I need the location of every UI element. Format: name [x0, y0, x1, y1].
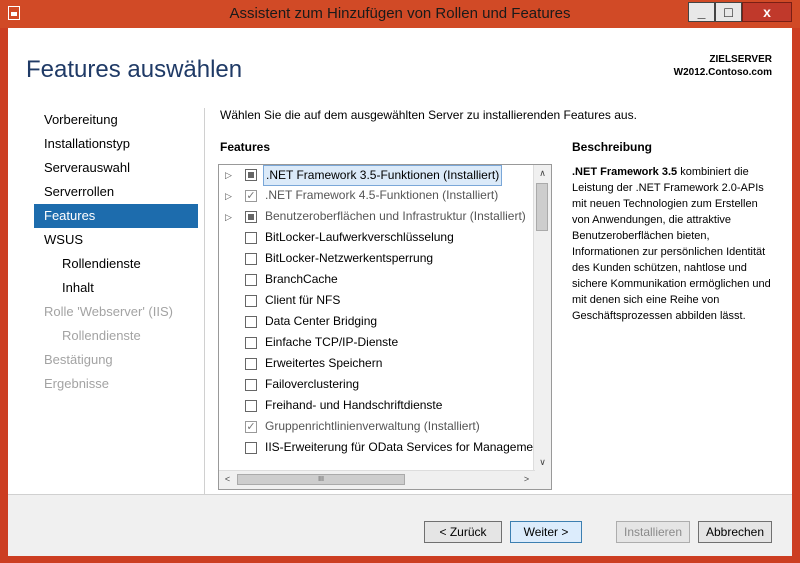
nav-item-serverrollen[interactable]: Serverrollen — [34, 180, 198, 204]
features-list-items: ▷ .NET Framework 3.5-Funktionen (Install… — [219, 165, 535, 471]
feature-row-bitlocker-netz[interactable]: BitLocker-Netzwerkentsperrung — [219, 249, 535, 270]
partial-checkbox[interactable] — [245, 169, 257, 181]
feature-label: Failoverclustering — [265, 377, 360, 391]
scroll-left-icon[interactable]: < — [219, 471, 236, 488]
feature-label: BranchCache — [265, 272, 338, 286]
wizard-nav: Vorbereitung Installationstyp Serverausw… — [34, 108, 198, 396]
minimize-button[interactable]: _ — [688, 2, 715, 22]
features-heading: Features — [220, 140, 271, 154]
feature-label: Gruppenrichtlinienverwaltung (Installier… — [265, 419, 480, 433]
checkbox[interactable] — [245, 274, 257, 286]
target-server-name: W2012.Contoso.com — [673, 67, 772, 78]
feature-label: Einfache TCP/IP-Dienste — [265, 335, 399, 349]
page-title: Features auswählen — [26, 56, 243, 83]
window-title: Assistent zum Hinzufügen von Rollen und … — [229, 5, 571, 22]
feature-row-net35[interactable]: ▷ .NET Framework 3.5-Funktionen (Install… — [219, 165, 535, 186]
feature-label: Data Center Bridging — [265, 314, 378, 328]
feature-label: Freihand- und Handschriftdienste — [265, 398, 443, 412]
feature-label: Client für NFS — [265, 293, 341, 307]
scroll-down-icon[interactable]: ∨ — [534, 454, 551, 471]
checkbox[interactable] — [245, 442, 257, 454]
checked-checkbox[interactable]: ✓ — [245, 421, 257, 433]
nav-item-bestaetigung: Bestätigung — [44, 352, 113, 367]
expand-arrow-icon[interactable]: ▷ — [225, 207, 235, 228]
description-heading: Beschreibung — [572, 140, 653, 154]
wizard-body: Features auswählen ZIELSERVER W2012.Cont… — [8, 28, 792, 556]
target-server-label: ZIELSERVER — [709, 54, 772, 65]
expand-arrow-icon[interactable]: ▷ — [225, 186, 235, 207]
next-button[interactable]: Weiter > — [510, 521, 582, 543]
features-list[interactable]: ▷ .NET Framework 3.5-Funktionen (Install… — [218, 164, 552, 490]
nav-item-ergebnisse: Ergebnisse — [44, 376, 110, 391]
feature-row-odata[interactable]: IIS-Erweiterung für OData Services for M… — [219, 438, 535, 459]
instruction-text: Wählen Sie die auf dem ausgewählten Serv… — [220, 108, 637, 122]
expand-arrow-icon[interactable]: ▷ — [225, 165, 235, 186]
feature-row-nfs[interactable]: Client für NFS — [219, 291, 535, 312]
title-bar: Assistent zum Hinzufügen von Rollen und … — [0, 0, 800, 28]
nav-item-webserver-rollendienste: Rollendienste — [62, 328, 141, 343]
nav-item-wsus-rollendienste[interactable]: Rollendienste — [34, 252, 198, 276]
feature-row-gpmc[interactable]: ✓ Gruppenrichtlinienverwaltung (Installi… — [219, 417, 535, 438]
description-highlight: .NET Framework 3.5 — [572, 166, 678, 178]
nav-item-serverauswahl[interactable]: Serverauswahl — [34, 156, 198, 180]
feature-row-freihand[interactable]: Freihand- und Handschriftdienste — [219, 396, 535, 417]
checkbox[interactable] — [245, 316, 257, 328]
nav-item-inhalt[interactable]: Inhalt — [34, 276, 198, 300]
feature-row-branchcache[interactable]: BranchCache — [219, 270, 535, 291]
feature-row-benutzeroberflaechen[interactable]: ▷ Benutzeroberflächen und Infrastruktur … — [219, 207, 535, 228]
vertical-scroll-thumb[interactable] — [536, 183, 548, 231]
feature-row-tcpip[interactable]: Einfache TCP/IP-Dienste — [219, 333, 535, 354]
install-button: Installieren — [616, 521, 690, 543]
feature-row-bitlocker[interactable]: BitLocker-Laufwerkverschlüsselung — [219, 228, 535, 249]
checkbox[interactable] — [245, 400, 257, 412]
feature-label: .NET Framework 4.5-Funktionen (Installie… — [265, 188, 499, 202]
feature-row-speichern[interactable]: Erweitertes Speichern — [219, 354, 535, 375]
button-bar: < Zurück Weiter > Installieren Abbrechen — [8, 494, 792, 556]
horizontal-scrollbar[interactable]: < III > — [219, 470, 535, 489]
feature-row-failover[interactable]: Failoverclustering — [219, 375, 535, 396]
close-button[interactable]: x — [742, 2, 792, 22]
nav-item-features[interactable]: Features — [34, 204, 198, 228]
cancel-button[interactable]: Abbrechen — [698, 521, 772, 543]
scroll-right-icon[interactable]: > — [518, 471, 535, 488]
nav-divider — [204, 108, 205, 494]
feature-label: BitLocker-Netzwerkentsperrung — [265, 251, 434, 265]
feature-label: BitLocker-Laufwerkverschlüsselung — [265, 230, 454, 244]
feature-row-net45[interactable]: ▷ ✓ .NET Framework 4.5-Funktionen (Insta… — [219, 186, 535, 207]
checkbox[interactable] — [245, 379, 257, 391]
feature-label: IIS-Erweiterung für OData Services for M… — [265, 440, 534, 454]
checkbox[interactable] — [245, 232, 257, 244]
checkbox[interactable] — [245, 295, 257, 307]
nav-item-webserver: Rolle 'Webserver' (IIS) — [44, 304, 173, 319]
description-body: kombiniert die Leistung der .NET Framewo… — [572, 166, 771, 322]
horizontal-scroll-thumb[interactable]: III — [237, 474, 405, 485]
scroll-up-icon[interactable]: ∧ — [534, 165, 551, 182]
vertical-scrollbar[interactable]: ∧ ∨ — [533, 165, 551, 471]
back-button[interactable]: < Zurück — [424, 521, 502, 543]
maximize-button[interactable]: □ — [715, 2, 742, 22]
feature-label: Erweitertes Speichern — [265, 356, 383, 370]
checked-checkbox[interactable]: ✓ — [245, 190, 257, 202]
feature-label: .NET Framework 3.5-Funktionen (Installie… — [263, 165, 503, 186]
nav-item-vorbereitung[interactable]: Vorbereitung — [34, 108, 198, 132]
checkbox[interactable] — [245, 253, 257, 265]
checkbox[interactable] — [245, 358, 257, 370]
partial-checkbox[interactable] — [245, 211, 257, 223]
description-text: .NET Framework 3.5 kombiniert die Leistu… — [572, 164, 772, 324]
nav-item-installationstyp[interactable]: Installationstyp — [34, 132, 198, 156]
feature-row-dcb[interactable]: Data Center Bridging — [219, 312, 535, 333]
nav-item-wsus[interactable]: WSUS — [34, 228, 198, 252]
scrollbar-corner — [534, 471, 551, 489]
checkbox[interactable] — [245, 337, 257, 349]
feature-label: Benutzeroberflächen und Infrastruktur (I… — [265, 209, 526, 223]
